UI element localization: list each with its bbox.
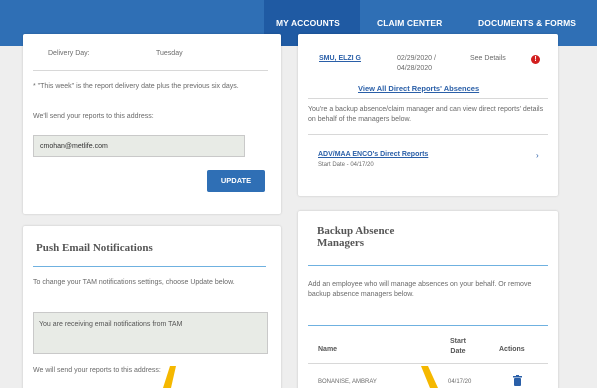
annotation-mark-right	[421, 366, 438, 388]
annotation-mark-left	[163, 366, 176, 388]
annotation-marks	[163, 366, 438, 388]
